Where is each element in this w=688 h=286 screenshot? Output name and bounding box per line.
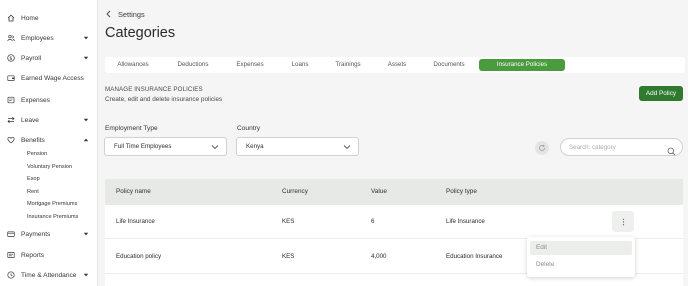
refresh-icon bbox=[538, 139, 546, 157]
cell-value: 6 bbox=[371, 218, 375, 225]
people-icon bbox=[7, 34, 15, 42]
column-header-policy-name: Policy name bbox=[116, 188, 151, 195]
sidebar-item-payroll[interactable]: $ Payroll bbox=[0, 51, 98, 65]
card-icon bbox=[7, 230, 15, 238]
sidebar-item-employees[interactable]: Employees bbox=[0, 31, 98, 45]
tab-allowances[interactable]: Allowances bbox=[113, 59, 153, 71]
column-header-value: Value bbox=[371, 188, 387, 195]
caret-down-icon bbox=[83, 117, 89, 123]
sidebar-subitem-esop[interactable]: Esop bbox=[27, 174, 40, 184]
delete-menu-item[interactable]: Delete bbox=[530, 258, 632, 272]
sidebar: Home Employees $ Payroll Earned Wage Acc… bbox=[0, 0, 98, 286]
cell-policy-name: Life Insurance bbox=[116, 218, 155, 225]
sidebar-item-label: Reports bbox=[21, 251, 45, 259]
arrows-icon bbox=[7, 116, 15, 124]
sidebar-item-label: Expenses bbox=[21, 96, 50, 104]
tab-loans[interactable]: Loans bbox=[288, 59, 312, 71]
employment-type-label: Employment Type bbox=[105, 125, 158, 132]
sidebar-subitem-pension[interactable]: Pension bbox=[27, 149, 47, 159]
chevron-left-icon[interactable] bbox=[106, 10, 112, 18]
caret-down-icon bbox=[83, 55, 89, 61]
sidebar-item-label: Payments bbox=[21, 230, 51, 238]
sidebar-subitem-mortgage-premiums[interactable]: Mortgage Premiums bbox=[27, 199, 77, 209]
tab-bar: Allowances Deductions Expenses Loans Tra… bbox=[105, 57, 685, 73]
column-header-currency: Currency bbox=[282, 188, 308, 195]
tab-insurance-policies[interactable]: Insurance Policies bbox=[479, 59, 565, 71]
add-policy-button[interactable]: Add Policy bbox=[639, 86, 683, 101]
sidebar-item-payments[interactable]: Payments bbox=[0, 227, 98, 241]
caret-up-icon bbox=[83, 137, 89, 143]
sidebar-item-label: Time & Attendance bbox=[21, 271, 77, 279]
chevron-down-icon bbox=[211, 144, 219, 150]
receipt-icon bbox=[7, 96, 15, 104]
caret-down-icon bbox=[83, 272, 89, 278]
country-value: Kenya bbox=[246, 143, 264, 150]
sidebar-subitem-insurance-premiums[interactable]: Insurance Premiums bbox=[27, 212, 78, 222]
more-vertical-icon bbox=[622, 213, 625, 231]
sidebar-subitem-voluntary-pension[interactable]: Voluntary Pension bbox=[27, 162, 72, 172]
cell-policy-type: Education Insurance bbox=[446, 253, 503, 260]
edit-menu-item[interactable]: Edit bbox=[530, 241, 632, 255]
breadcrumb-label: Settings bbox=[118, 9, 145, 19]
tab-documents[interactable]: Documents bbox=[430, 59, 468, 71]
tab-assets[interactable]: Assets bbox=[386, 59, 408, 71]
cell-currency: KES bbox=[282, 218, 295, 225]
sidebar-item-label: Leave bbox=[21, 116, 39, 124]
sidebar-item-earned-wage-access[interactable]: Earned Wage Access bbox=[0, 71, 98, 85]
breadcrumb[interactable]: Settings bbox=[106, 9, 145, 19]
employment-type-select[interactable]: Full Time Employees bbox=[104, 137, 227, 156]
sidebar-item-label: Payroll bbox=[21, 54, 42, 62]
heart-icon bbox=[7, 136, 15, 144]
clock-icon bbox=[7, 271, 15, 279]
country-label: Country bbox=[237, 125, 261, 132]
tab-expenses[interactable]: Expenses bbox=[233, 59, 267, 71]
refresh-button[interactable] bbox=[535, 141, 549, 155]
sidebar-item-reports[interactable]: Reports bbox=[0, 248, 98, 262]
cell-currency: KES bbox=[282, 253, 295, 260]
employment-type-value: Full Time Employees bbox=[114, 143, 172, 150]
sidebar-item-expenses[interactable]: Expenses bbox=[0, 93, 98, 107]
search-input[interactable] bbox=[569, 142, 664, 153]
section-title: MANAGE INSURANCE POLICIES bbox=[105, 86, 203, 93]
tab-trainings[interactable]: Trainings bbox=[333, 59, 363, 71]
caret-down-icon bbox=[83, 231, 89, 237]
sidebar-item-home[interactable]: Home bbox=[0, 11, 98, 25]
sidebar-item-label: Earned Wage Access bbox=[21, 74, 84, 82]
cell-policy-name: Education policy bbox=[116, 253, 162, 260]
page-title: Categories bbox=[105, 25, 176, 41]
chevron-down-icon bbox=[343, 144, 351, 150]
dollar-icon: $ bbox=[7, 54, 15, 62]
table-row: Life Insurance KES 6 Life Insurance bbox=[105, 205, 683, 239]
column-header-policy-type: Policy type bbox=[446, 188, 477, 195]
sidebar-item-label: Employees bbox=[21, 34, 54, 42]
sidebar-item-leave[interactable]: Leave bbox=[0, 113, 98, 127]
cell-value: 4,000 bbox=[371, 253, 387, 260]
row-actions-button[interactable] bbox=[612, 211, 634, 232]
sidebar-item-time-attendance[interactable]: Time & Attendance bbox=[0, 268, 98, 282]
cell-policy-type: Life Insurance bbox=[446, 218, 485, 225]
tab-deductions[interactable]: Deductions bbox=[175, 59, 211, 71]
table-header: Policy name Currency Value Policy type bbox=[105, 179, 683, 205]
caret-down-icon bbox=[83, 35, 89, 41]
search-box[interactable] bbox=[560, 138, 683, 156]
svg-text:$: $ bbox=[9, 56, 12, 62]
section-subtitle: Create, edit and delete insurance polici… bbox=[105, 96, 223, 103]
home-icon bbox=[7, 14, 15, 22]
wallet-icon bbox=[7, 74, 15, 82]
sidebar-item-label: Benefits bbox=[21, 136, 45, 144]
row-actions-menu: Edit Delete bbox=[527, 237, 635, 277]
country-select[interactable]: Kenya bbox=[236, 137, 359, 156]
search-icon[interactable] bbox=[667, 143, 676, 156]
sidebar-item-benefits[interactable]: Benefits bbox=[0, 133, 98, 147]
doc-icon bbox=[7, 251, 15, 259]
sidebar-subitem-rent[interactable]: Rent bbox=[27, 187, 39, 197]
sidebar-item-label: Home bbox=[21, 14, 39, 22]
